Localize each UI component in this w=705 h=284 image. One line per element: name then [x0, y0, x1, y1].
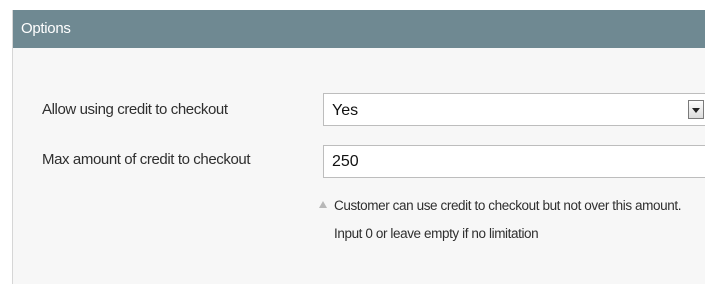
options-panel: Options Allow using credit to checkout Y… — [12, 10, 705, 284]
section-header: Options — [13, 10, 705, 48]
max-amount-note: Customer can use credit to checkout but … — [319, 192, 704, 248]
max-amount-note-text: Customer can use credit to checkout but … — [334, 198, 682, 241]
allow-credit-selected-value: Yes — [332, 102, 359, 119]
max-amount-input[interactable]: 250 — [323, 145, 705, 178]
allow-credit-label: Allow using credit to checkout — [42, 101, 228, 118]
max-amount-label: Max amount of credit to checkout — [42, 151, 251, 168]
chevron-down-icon[interactable] — [688, 100, 704, 119]
triangle-up-icon — [319, 201, 327, 208]
allow-credit-select[interactable]: Yes — [323, 93, 705, 126]
